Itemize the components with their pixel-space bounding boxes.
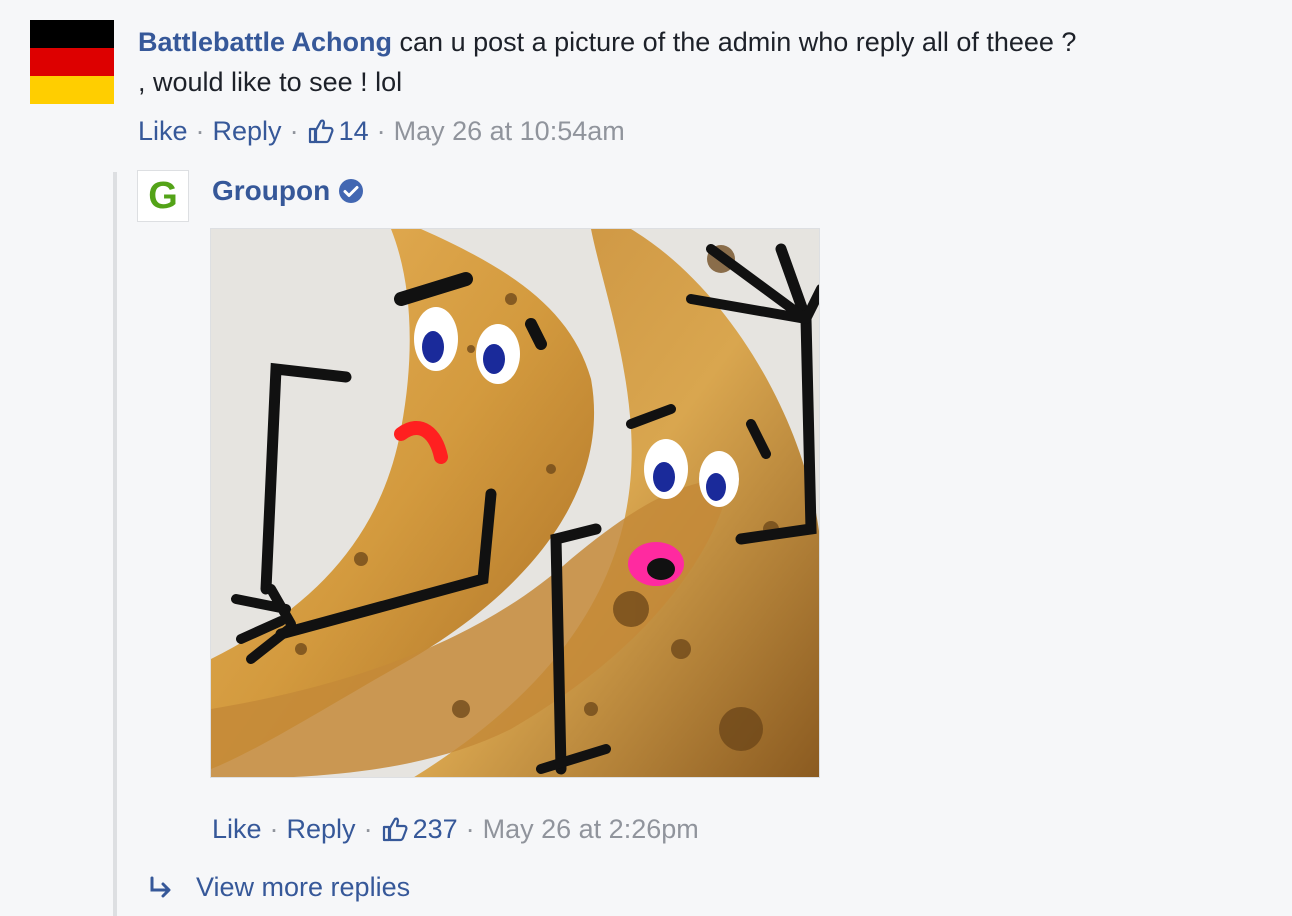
- reply-like-link[interactable]: Like: [212, 812, 262, 846]
- reply-like-count[interactable]: 237: [413, 812, 458, 846]
- flag-stripe-gold: [30, 76, 114, 104]
- comment-reply-link[interactable]: Reply: [213, 114, 282, 148]
- reply-photo[interactable]: [210, 228, 820, 778]
- thread-line: [113, 172, 117, 916]
- groupon-avatar[interactable]: G: [137, 170, 189, 222]
- banana-drawing-image: [211, 229, 819, 777]
- view-more-replies-label: View more replies: [196, 872, 411, 902]
- separator-dot: ·: [465, 814, 475, 844]
- view-more-replies-link[interactable]: View more replies: [146, 868, 410, 906]
- comment-text-line2: , would like to see ! lol: [138, 67, 403, 97]
- separator-dot: ·: [195, 116, 205, 146]
- reply-actions: Like · Reply · 237 · May 26 at 2:26pm: [212, 812, 699, 846]
- comment-actions: Like · Reply · 14 · May 26 at 10:54am: [138, 114, 625, 148]
- comment-like-count[interactable]: 14: [339, 114, 369, 148]
- reply-timestamp[interactable]: May 26 at 2:26pm: [483, 812, 699, 846]
- comment-body: Battlebattle Achong can u post a picture…: [138, 22, 1258, 102]
- separator-dot: ·: [363, 814, 373, 844]
- separator-dot: ·: [376, 116, 386, 146]
- commenter-avatar[interactable]: [30, 20, 114, 104]
- flag-stripe-red: [30, 48, 114, 76]
- comment-text-line1: can u post a picture of the admin who re…: [399, 27, 1077, 57]
- reply-header: Groupon: [212, 172, 364, 210]
- comment-author[interactable]: Battlebattle Achong: [138, 27, 392, 57]
- flag-stripe-black: [30, 20, 114, 48]
- verified-badge-icon: [339, 179, 364, 203]
- reply-arrow-icon: [150, 876, 171, 898]
- thumbs-up-icon[interactable]: [307, 117, 335, 145]
- comment-like-link[interactable]: Like: [138, 114, 188, 148]
- separator-dot: ·: [289, 116, 299, 146]
- reply-author[interactable]: Groupon: [212, 172, 330, 210]
- groupon-logo-letter: G: [148, 174, 178, 217]
- separator-dot: ·: [269, 814, 279, 844]
- reply-reply-link[interactable]: Reply: [287, 812, 356, 846]
- comment-timestamp[interactable]: May 26 at 10:54am: [394, 114, 625, 148]
- thumbs-up-icon[interactable]: [381, 815, 409, 843]
